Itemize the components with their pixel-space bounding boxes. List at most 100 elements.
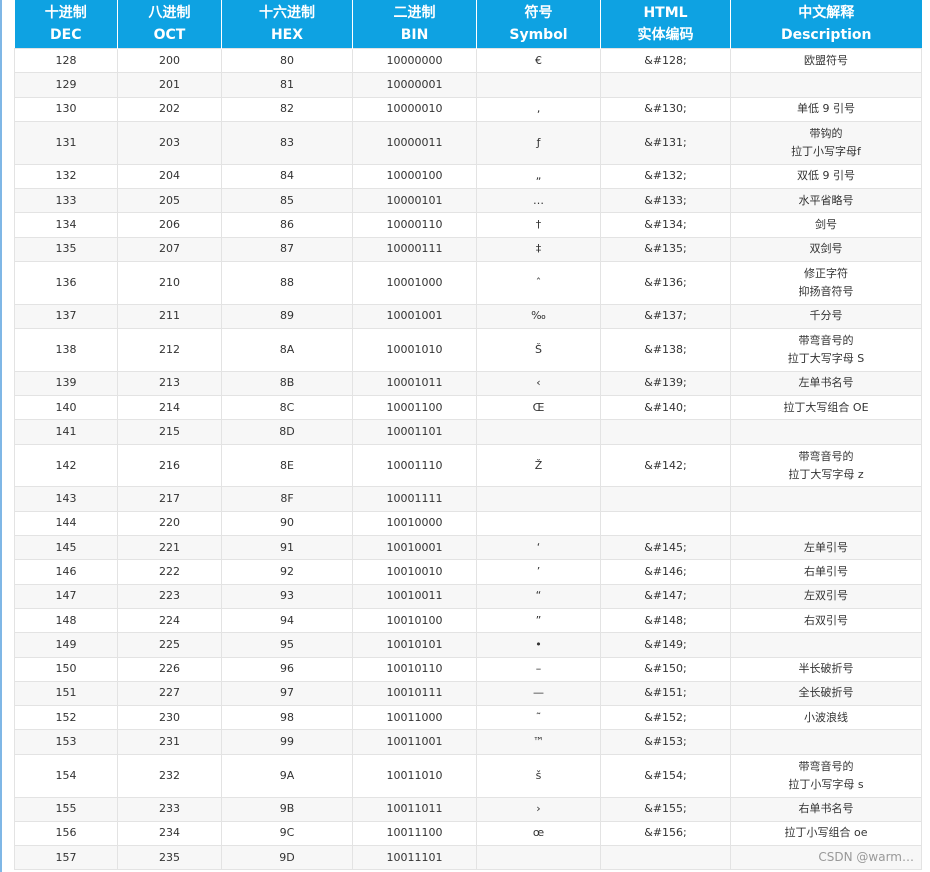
bin-cell: 10001001 <box>352 303 477 329</box>
table-row: 155 233 9B 10011011 › &#155; 右单书名号 <box>14 796 922 822</box>
oct-cell: 235 <box>117 845 222 871</box>
description-cell: 左单引号 <box>730 535 922 561</box>
table-row: 128 200 80 10000000 € &#128; 欧盟符号 <box>14 47 922 74</box>
hex-cell: 89 <box>221 303 353 329</box>
table-row: 130 202 82 10000010 ‚ &#130; 单低 9 引号 <box>14 96 922 122</box>
description-line: 拉丁小写字母 s <box>788 777 864 791</box>
symbol-cell: • <box>476 632 601 658</box>
left-border-rule <box>0 0 2 872</box>
table-row: 132 204 84 10000100 „ &#132; 双低 9 引号 <box>14 163 922 189</box>
table-row: 145 221 91 10010001 ‘&#145; 左单引号 <box>14 535 922 561</box>
table-row: 157 235 9D 10011101 <box>14 845 922 871</box>
table-row: 154 232 9A 10011010 š &#154; 带弯音号的 拉丁小写字母 s <box>14 753 922 798</box>
header-cn: HTML <box>643 5 688 21</box>
symbol-cell: ‚ <box>476 96 601 122</box>
watermark: CSDN @warm… <box>818 850 914 864</box>
bin-cell: 10010111 <box>352 680 477 707</box>
oct-cell: 217 <box>117 486 222 512</box>
description-cell: 剑号 <box>730 212 922 238</box>
bin-cell: 10001100 <box>352 395 477 421</box>
description-line: 右双引号 <box>804 613 848 627</box>
oct-cell: 213 <box>117 370 222 397</box>
bin-cell: 10000111 <box>352 236 477 262</box>
dec-cell: 138 <box>14 327 118 372</box>
hex-cell: 9A <box>221 753 353 798</box>
bin-cell: 10000010 <box>352 96 477 122</box>
table-row: 150 226 96 10010110– &#150; 半长破折号 <box>14 656 922 682</box>
symbol-cell: Ž <box>476 443 601 488</box>
bin-cell: 10000011 <box>352 120 477 165</box>
dec-cell: 137 <box>14 303 118 329</box>
table-row: 148 224 94 10010100” &#148; 右双引号 <box>14 607 922 634</box>
html-entity-cell: &#151; <box>600 680 731 707</box>
description-line: 剑号 <box>815 217 837 231</box>
dec-cell: 129 <box>14 72 118 98</box>
hex-cell: 92 <box>221 559 353 585</box>
html-entity-cell: &#128; <box>600 47 731 74</box>
description-line: 拉丁小写组合 oe <box>784 826 868 840</box>
hex-cell: 85 <box>221 187 353 214</box>
oct-cell: 220 <box>117 510 222 537</box>
description-cell <box>730 419 922 445</box>
bin-cell: 10010010 <box>352 559 477 585</box>
table-row: 146 222 92 10010010’ &#146; 右单引号 <box>14 559 922 585</box>
table-row: 156 234 9C 10011100 œ &#156; 拉丁小写组合 oe <box>14 820 922 847</box>
html-entity-cell: &#137; <box>600 303 731 329</box>
description-cell: 带弯音号的 拉丁小写字母 s <box>730 753 922 798</box>
html-entity-cell: &#132; <box>600 163 731 189</box>
hex-cell: 9C <box>221 820 353 847</box>
symbol-cell <box>476 486 601 512</box>
oct-cell: 211 <box>117 303 222 329</box>
table-row: 138 212 8A 10001010 Š &#138; 带弯音号的 拉丁大写字母 S <box>14 327 922 372</box>
hex-cell: 8E <box>221 443 353 488</box>
hex-cell: 80 <box>221 47 353 74</box>
dec-cell: 150 <box>14 656 118 682</box>
dec-cell: 140 <box>14 395 118 421</box>
dec-cell: 139 <box>14 370 118 397</box>
bin-cell: 10010100 <box>352 607 477 634</box>
description-cell: 带弯音号的 拉丁大写字母 z <box>730 443 922 488</box>
table-body: 128 200 80 10000000 € &#128; 欧盟符号 129 201 81 10000… <box>14 47 922 871</box>
oct-cell: 233 <box>117 796 222 822</box>
oct-cell: 226 <box>117 656 222 682</box>
dec-cell: 145 <box>14 535 118 561</box>
header-oct: 八进制 OCT <box>117 0 222 49</box>
oct-cell: 200 <box>117 47 222 74</box>
description-cell: 右单书名号 <box>730 796 922 822</box>
symbol-cell: … <box>476 187 601 214</box>
header-hex: 十六进制 HEX <box>221 0 353 49</box>
bin-cell: 10011000 <box>352 705 477 731</box>
header-en: HEX <box>270 27 304 43</box>
description-cell: 小波浪线 <box>730 705 922 731</box>
symbol-cell: ‰ <box>476 303 601 329</box>
table-row: 147 223 93 10010011 “&#147; 左双引号 <box>14 583 922 609</box>
symbol-cell: Š <box>476 327 601 372</box>
description-line: 抑扬音符号 <box>798 284 854 298</box>
bin-cell: 10000001 <box>352 72 477 98</box>
dec-cell: 156 <box>14 820 118 847</box>
hex-cell: 84 <box>221 163 353 189</box>
description-line: 欧盟符号 <box>804 53 848 67</box>
description-cell <box>730 632 922 658</box>
description-line: 千分号 <box>809 309 843 323</box>
symbol-cell: š <box>476 753 601 798</box>
oct-cell: 206 <box>117 212 222 238</box>
header-symbol: 符号 Symbol <box>476 0 601 49</box>
dec-cell: 134 <box>14 212 118 238</box>
symbol-cell: † <box>476 212 601 238</box>
description-cell: 右双引号 <box>730 607 922 634</box>
bin-cell: 10010001 <box>352 535 477 561</box>
html-entity-cell: &#148; <box>600 607 731 634</box>
header-description: 中文解释 Description <box>730 0 922 49</box>
description-line: 拉丁大写字母 z <box>788 467 864 481</box>
table-row: 137 211 89 10001001 ‰ &#137; 千分号 <box>14 303 922 329</box>
dec-cell: 136 <box>14 260 118 305</box>
hex-cell: 90 <box>221 510 353 537</box>
hex-cell: 8A <box>221 327 353 372</box>
html-entity-cell <box>600 510 731 537</box>
table-row: 134 206 86 10000110 † &#134; 剑号 <box>14 212 922 238</box>
symbol-cell: ™ <box>476 729 601 755</box>
oct-cell: 202 <box>117 96 222 122</box>
table-header-row: 十进制 DEC 八进制 OCT 十六进制 HEX 二进制 BIN 符号 Symbol HT… <box>14 0 922 49</box>
hex-cell: 93 <box>221 583 353 609</box>
